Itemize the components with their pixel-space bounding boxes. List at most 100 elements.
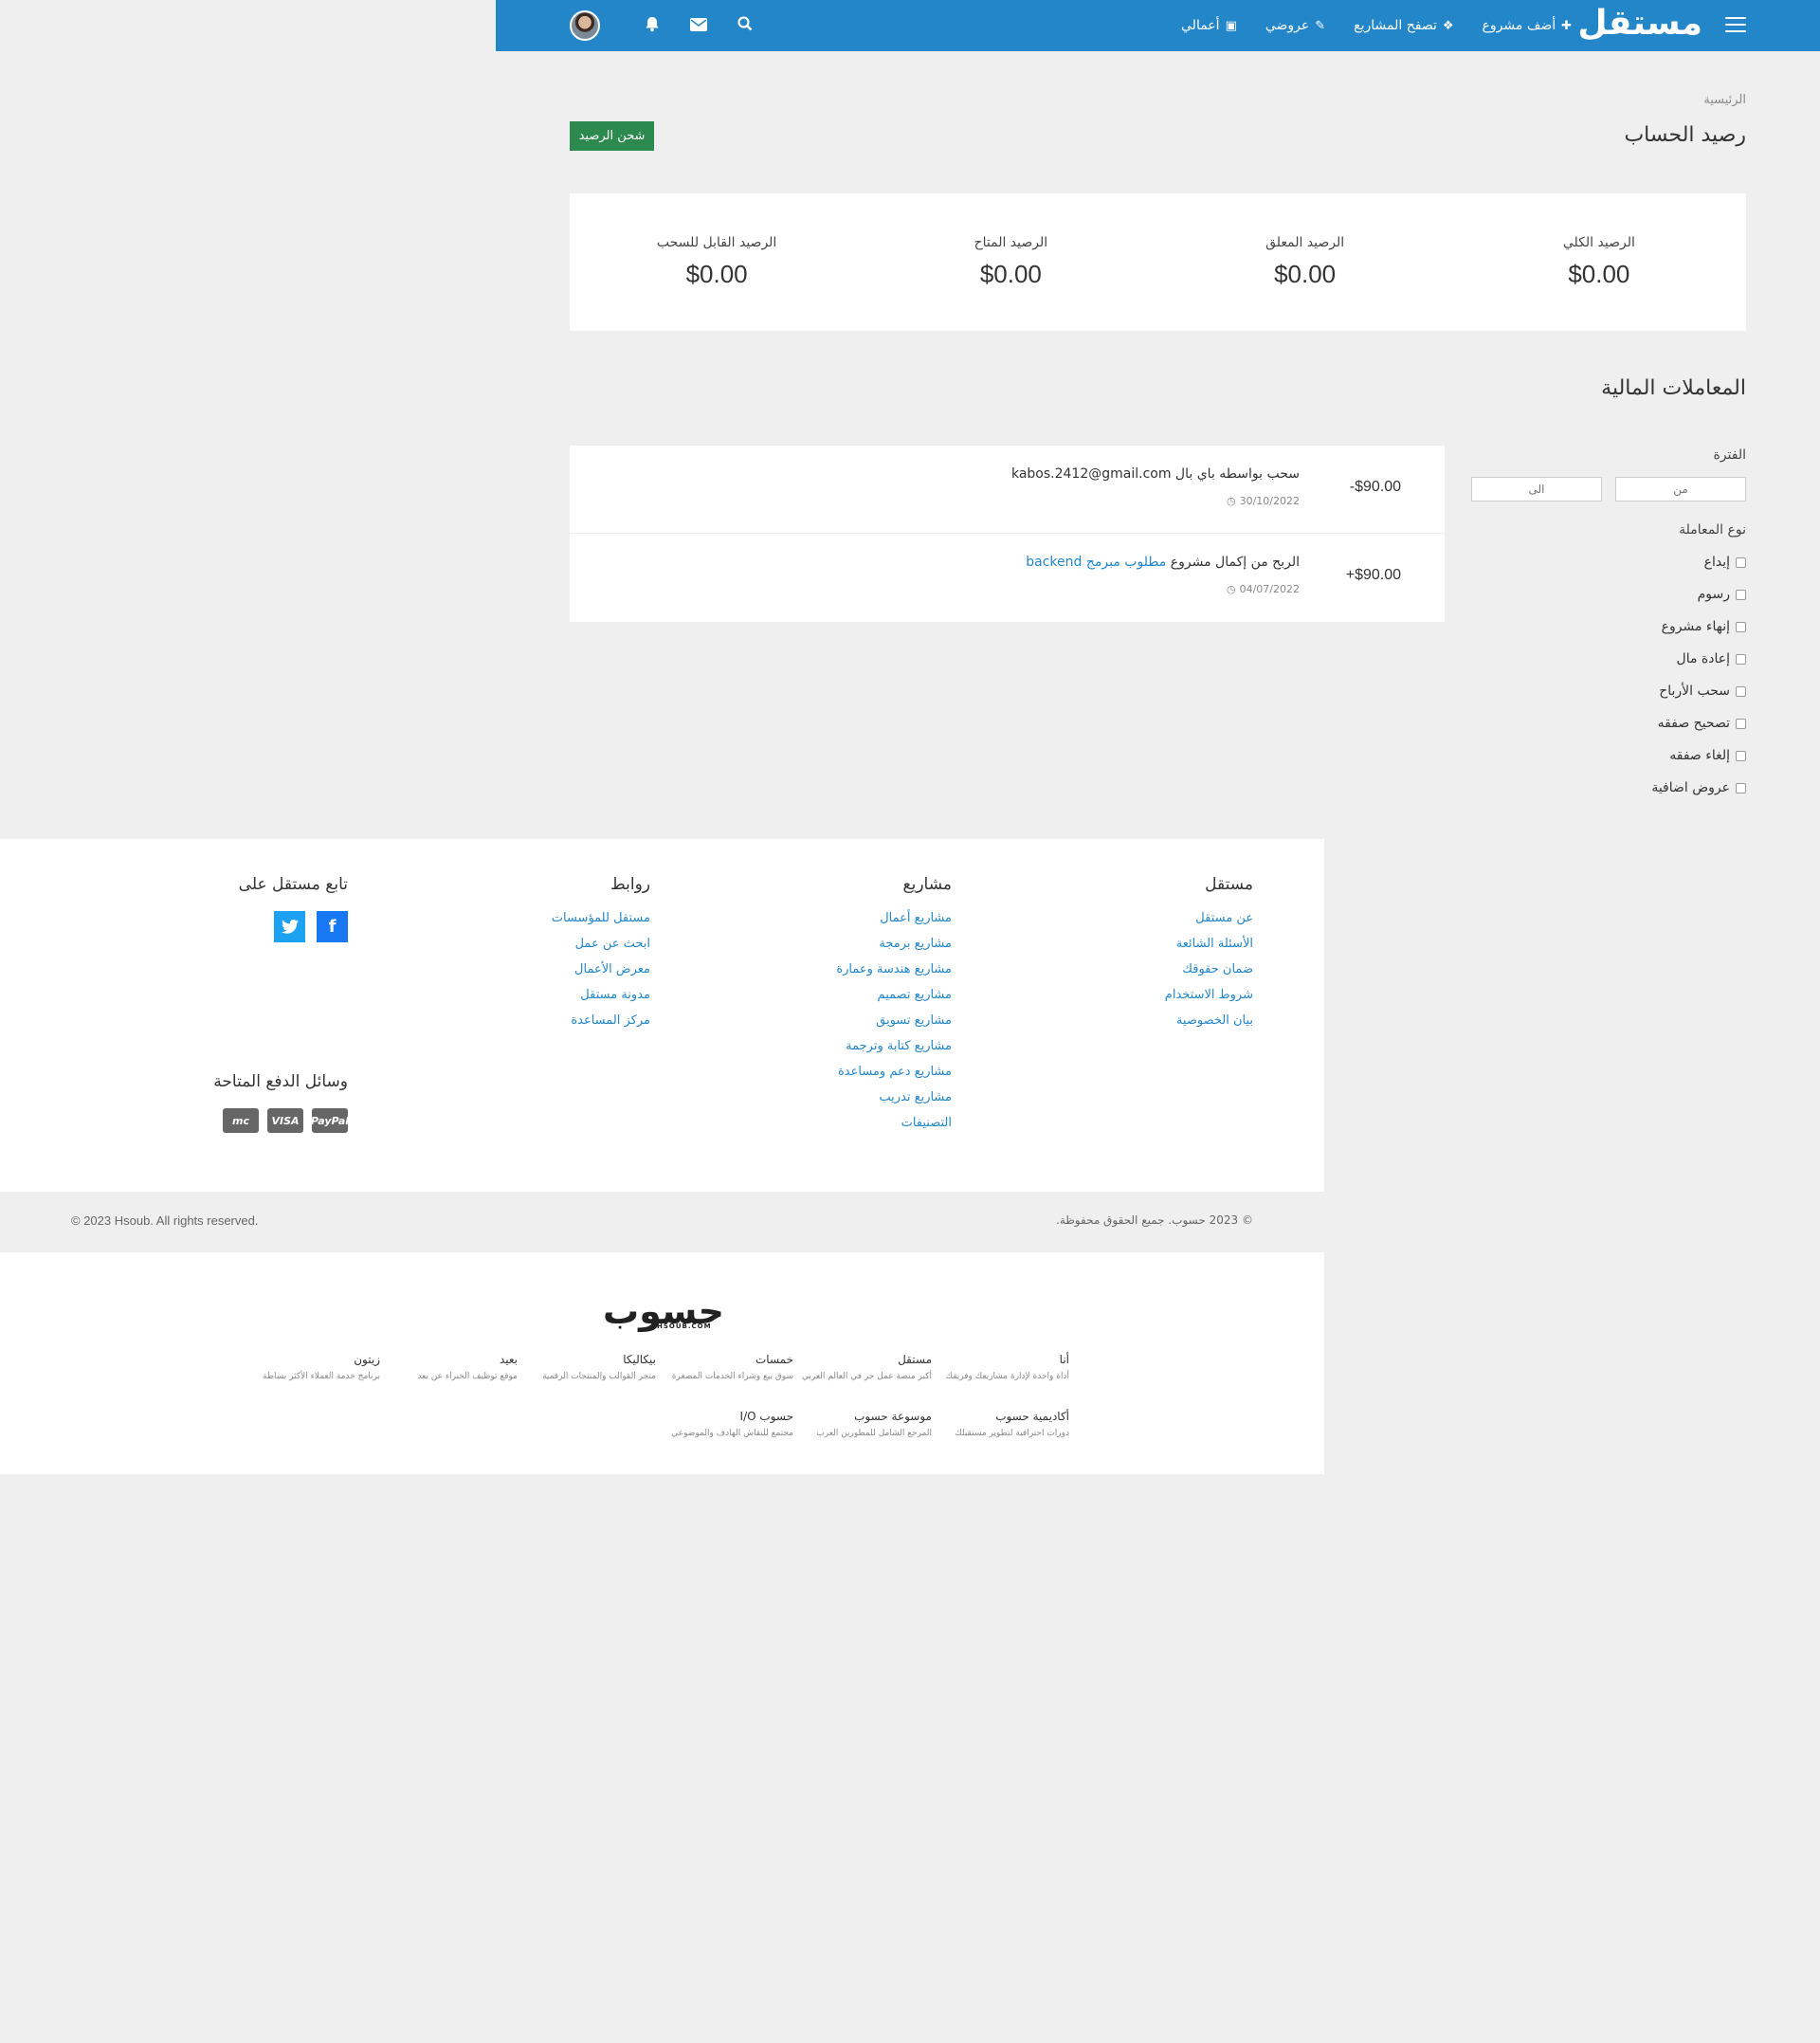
footer-link[interactable]: مشاريع تدريب [836,1090,952,1104]
product-khamsat[interactable]: خمسات سوق بيع وشراء الخدمات المصغرة [661,1353,793,1381]
filter-deal-correction[interactable]: تصحيح صفقه [1470,716,1746,731]
footer-link[interactable]: شروط الاستخدام [1165,988,1253,1002]
clock-icon: ◷ [1226,583,1236,595]
table-row: -$90.00 سحب بواسطه باي بال kabos.2412@gm… [570,446,1445,534]
transactions-list: -$90.00 سحب بواسطه باي بال kabos.2412@gm… [570,446,1445,622]
footer-link[interactable]: مستقل للمؤسسات [552,911,650,925]
checkbox[interactable] [1736,556,1746,568]
filter-extra-bids[interactable]: عروض اضافية [1470,780,1746,795]
mastercard-icon: mc [223,1108,259,1133]
breadcrumb[interactable]: الرئيسية [1703,93,1746,107]
footer-link[interactable]: مدونة مستقل [552,988,650,1002]
footer-link[interactable]: مشاريع تسويق [836,1013,952,1028]
product-ana[interactable]: أنا أداة واحدة لإدارة مشاريعك وفريقك [937,1353,1069,1381]
cubes-icon: ❖ [1442,18,1454,33]
copyright-en: © 2023 Hsoub. All rights reserved. [71,1213,259,1228]
nav-my-bids[interactable]: ✎ عروضي [1265,18,1325,33]
transaction-description: سحب بواسطه باي بال kabos.2412@gmail.com [1010,466,1300,482]
balance-total: الرصيد الكلي $0.00 [1562,235,1635,288]
site-logo[interactable]: مستقل [1577,4,1703,43]
main-content: الرئيسية رصيد الحساب شحن الرصيد الرصيد ا… [570,51,1746,839]
transaction-amount: -$90.00 [1349,479,1401,495]
transaction-date: 30/10/2022 ◷ [1226,495,1300,507]
footer-link[interactable]: التصنيفات [836,1116,952,1130]
filter-deposit[interactable]: إيداع [1470,555,1746,570]
transaction-description: الربح من إكمال مشروع مطلوب مبرمج backend [1026,555,1300,570]
charge-balance-button[interactable]: شحن الرصيد [570,121,654,151]
briefcase-icon: ▣ [1225,18,1237,33]
checkbox[interactable] [1736,589,1746,600]
footer-col-mostaql: مستقل عن مستقل الأسئلة الشائعة ضمان حقوق… [1164,875,1253,1028]
footer-link[interactable]: مشاريع برمجة [836,937,952,951]
transaction-filters: الفترة نوع المعاملة إيداع رسوم إنهاء مشر… [1470,447,1746,795]
date-to-input[interactable] [1471,477,1602,502]
date-from-input[interactable] [1615,477,1746,502]
envelope-icon[interactable] [675,17,721,35]
nav-add-project[interactable]: ✚ أضف مشروع [1483,18,1572,33]
hsoub-domain: HSOUB.COM [657,1322,712,1330]
footer-link[interactable]: مشاريع تصميم [836,988,952,1002]
search-icon[interactable] [721,16,768,35]
product-mostaql[interactable]: مستقل أكبر منصة عمل حر في العالم العربي [799,1353,932,1381]
footer-link[interactable]: مشاريع هندسة وعمارة [836,962,952,976]
footer-col-projects: مشاريع مشاريع أعمال مشاريع برمجة مشاريع … [836,875,952,1130]
product-academy[interactable]: أكاديمية حسوب دورات احترافية لتطوير مستقب… [937,1410,1069,1438]
transactions-title: المعاملات المالية [1601,376,1746,400]
visa-icon: VISA [267,1108,303,1133]
checkbox[interactable] [1736,653,1746,665]
footer: مستقل عن مستقل الأسئلة الشائعة ضمان حقوق… [0,839,1324,1192]
project-link[interactable]: مطلوب مبرمج backend [1026,555,1166,570]
footer-link[interactable]: ضمان حقوقك [1165,962,1253,976]
filter-project-completion[interactable]: إنهاء مشروع [1470,619,1746,634]
period-label: الفترة [1713,447,1746,463]
footer-link[interactable]: مشاريع كتابة وترجمة [836,1039,952,1053]
hsoub-products: حسوب HSOUB.COM أنا أداة واحدة لإدارة مشار… [0,1252,1324,1474]
footer-link[interactable]: معرض الأعمال [552,962,650,976]
product-wiki[interactable]: موسوعة حسوب المرجع الشامل للمطورين العرب [799,1410,932,1438]
top-navbar: مستقل ✚ أضف مشروع ❖ تصفح المشاريع ✎ عروضي ▣… [496,0,1820,51]
transaction-date: 04/07/2022 ◷ [1226,583,1300,595]
transaction-type-label: نوع المعاملة [1679,522,1746,538]
footer-link[interactable]: عن مستقل [1165,911,1253,925]
main-nav: ✚ أضف مشروع ❖ تصفح المشاريع ✎ عروضي ▣ أعمالي [1181,0,1572,51]
footer-col-links: روابط مستقل للمؤسسات ابحث عن عمل معرض ال… [551,875,650,1028]
footer-col-follow: تابع مستقل على f وسائل الدفع المتاحة Pay… [101,875,349,1133]
transaction-amount: +$90.00 [1345,567,1401,583]
product-io[interactable]: حسوب I/O مجتمع للنقاش الهادف والموضوعي [661,1410,793,1438]
filter-withdraw[interactable]: سحب الأرباح [1470,684,1746,699]
copyright-ar: © 2023 حسوب. جميع الحقوق محفوظة. [1056,1213,1253,1227]
checkbox[interactable] [1736,750,1746,761]
filter-fees[interactable]: رسوم [1470,587,1746,602]
clock-icon: ◷ [1226,495,1236,507]
footer-link[interactable]: مشاريع أعمال [836,911,952,925]
checkbox[interactable] [1736,685,1746,697]
footer-link[interactable]: ابحث عن عمل [552,937,650,951]
avatar[interactable] [570,10,600,41]
plus-icon: ✚ [1561,18,1572,33]
product-zeeton[interactable]: زيتون برنامج خدمة العملاء الأكثر بساطة [247,1353,380,1381]
balance-withdrawable: الرصيد القابل للسحب $0.00 [656,235,777,288]
paypal-icon: PayPal [311,1108,349,1133]
facebook-icon[interactable]: f [317,911,348,942]
footer-link[interactable]: الأسئلة الشائعة [1165,937,1253,951]
payment-methods: PayPal VISA mc [101,1108,349,1133]
ticket-icon: ✎ [1315,18,1326,33]
twitter-icon[interactable] [274,911,305,942]
footer-link[interactable]: مركز المساعدة [552,1013,650,1028]
checkbox[interactable] [1736,621,1746,632]
product-baaeed[interactable]: بعيد موقع توظيف الخبراء عن بعد [385,1353,518,1381]
nav-browse-projects[interactable]: ❖ تصفح المشاريع [1354,18,1453,33]
nav-my-works[interactable]: ▣ أعمالي [1181,18,1237,33]
header-actions [570,0,768,51]
filter-deal-cancel[interactable]: إلغاء صفقه [1470,748,1746,763]
bell-icon[interactable] [628,16,675,36]
menu-icon[interactable] [1725,17,1746,32]
checkbox[interactable] [1736,718,1746,729]
balance-summary: الرصيد الكلي $0.00 الرصيد المعلق $0.00 ا… [570,193,1746,331]
filter-refund[interactable]: إعادة مال [1470,651,1746,666]
balance-pending: الرصيد المعلق $0.00 [1265,235,1345,288]
product-baaeed-market[interactable]: بيكاليكا متجر القوالب والمنتجات الرقمية [523,1353,656,1381]
footer-link[interactable]: مشاريع دعم ومساعدة [836,1065,952,1079]
footer-link[interactable]: بيان الخصوصية [1165,1013,1253,1028]
checkbox[interactable] [1736,782,1746,793]
